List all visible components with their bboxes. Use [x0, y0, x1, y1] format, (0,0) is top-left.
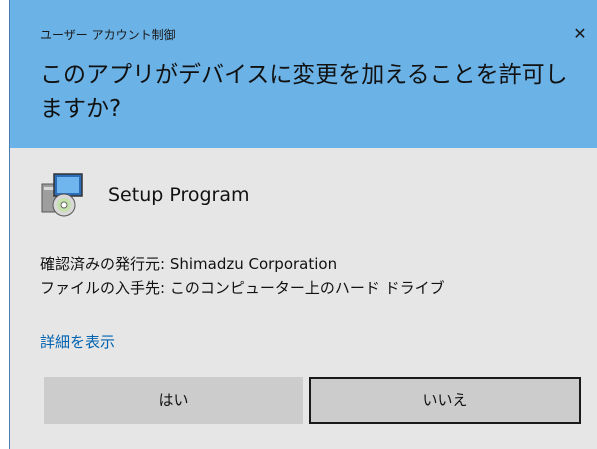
origin-text: ファイルの入手先: このコンピューター上のハード ドライブ [40, 279, 445, 297]
uac-dialog: ユーザー アカウント制御 ✕ このアプリがデバイスに変更を加えることを許可します… [9, 0, 597, 449]
show-details-link[interactable]: 詳細を表示 [40, 331, 115, 352]
permission-question: このアプリがデバイスに変更を加えることを許可しますか? [40, 62, 568, 122]
dialog-header: ユーザー アカウント制御 ✕ このアプリがデバイスに変更を加えることを許可します… [10, 0, 597, 148]
close-button[interactable]: ✕ [568, 22, 592, 46]
setup-program-icon [41, 173, 83, 217]
window-title: ユーザー アカウント制御 [40, 28, 176, 42]
publisher-text: 確認済みの発行元: Shimadzu Corporation [40, 255, 338, 273]
yes-button[interactable]: はい [44, 377, 303, 424]
app-details: 確認済みの発行元: Shimadzu Corporation ファイルの入手先:… [40, 252, 445, 300]
close-icon: ✕ [573, 24, 587, 43]
app-name: Setup Program [108, 184, 250, 206]
no-button[interactable]: いいえ [309, 377, 581, 424]
